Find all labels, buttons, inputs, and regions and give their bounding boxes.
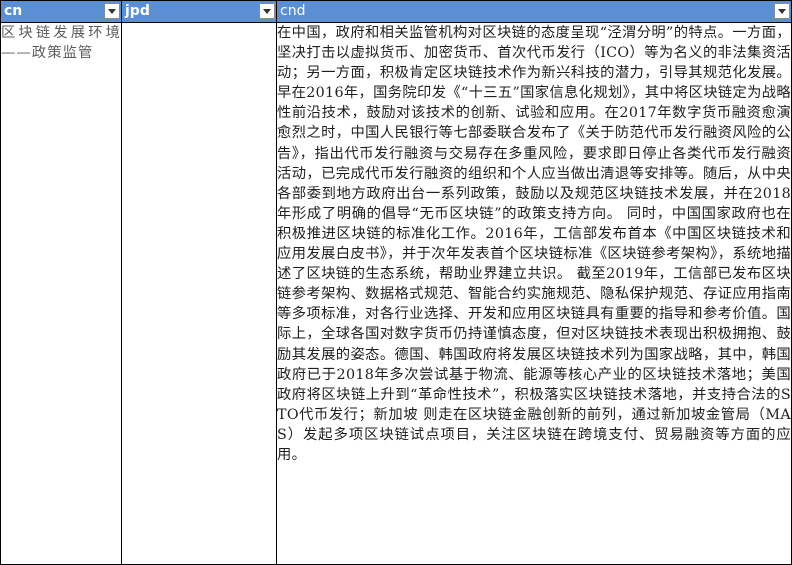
cell-jpd[interactable] [121,22,277,565]
filter-dropdown-button[interactable] [259,3,275,19]
filter-dropdown-arrow-icon [108,8,116,14]
data-table: cn jpd cnd 区块链发展环境——政策监管 在中国，政府和相关监管机构对区… [0,0,792,565]
header-row: cn jpd cnd [0,0,792,23]
column-header-jpd[interactable]: jpd [121,0,277,23]
spreadsheet-grid: cn jpd cnd 区块链发展环境——政策监管 在中国，政府和相关监管机构对区… [0,0,792,565]
filter-dropdown-arrow-icon [778,8,786,14]
cell-cn[interactable]: 区块链发展环境——政策监管 [0,22,122,565]
column-header-cnd[interactable]: cnd [276,0,792,23]
column-header-cn[interactable]: cn [0,0,122,23]
filter-dropdown-button[interactable] [774,3,790,19]
filter-dropdown-arrow-icon [263,8,271,14]
column-header-label: cn [4,3,23,19]
column-header-label: cnd [280,3,306,19]
cell-cnd[interactable]: 在中国，政府和相关监管机构对区块链的态度呈现“泾渭分明”的特点。一方面，坚决打击… [276,22,792,565]
column-header-label: jpd [125,3,150,19]
table-row: 区块链发展环境——政策监管 在中国，政府和相关监管机构对区块链的态度呈现“泾渭分… [0,22,792,565]
filter-dropdown-button[interactable] [104,3,120,19]
